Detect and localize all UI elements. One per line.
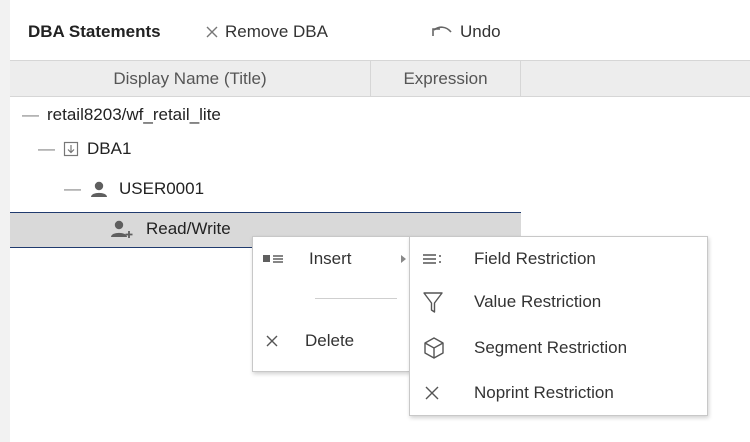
context-menu: Insert Delete (252, 236, 410, 372)
remove-dba-button[interactable]: Remove DBA (205, 20, 328, 44)
tree-item-dba-label: DBA1 (87, 139, 132, 158)
collapse-icon[interactable]: — (64, 173, 81, 205)
close-icon (266, 335, 278, 347)
dba-icon (63, 141, 79, 157)
tree-item-user[interactable]: — USER0001 (64, 173, 204, 205)
insert-icon (263, 255, 283, 263)
collapse-icon[interactable]: — (38, 133, 55, 165)
column-header-display-name[interactable]: Display Name (Title) (10, 61, 371, 96)
filter-icon (423, 292, 443, 313)
submenu-item-segment-restriction[interactable]: Segment Restriction (422, 328, 702, 368)
menu-item-delete[interactable]: Delete (265, 321, 405, 361)
toolbar: DBA Statements Remove DBA Undo (10, 0, 750, 60)
collapse-icon[interactable]: — (22, 99, 39, 131)
menu-item-insert-label: Insert (309, 249, 352, 268)
submenu-item-label: Noprint Restriction (474, 383, 614, 402)
undo-icon (432, 26, 452, 36)
insert-submenu: Field Restriction Value Restriction Segm… (409, 236, 708, 416)
submenu-item-label: Field Restriction (474, 249, 596, 268)
column-header-expression[interactable]: Expression (371, 61, 521, 96)
undo-label: Undo (460, 22, 501, 41)
close-icon (425, 386, 439, 400)
tree-item-access[interactable]: Read/Write (110, 213, 231, 245)
submenu-item-label: Value Restriction (474, 292, 602, 311)
menu-separator (315, 298, 397, 299)
menu-item-insert[interactable]: Insert (263, 239, 406, 279)
chevron-right-icon (401, 255, 406, 263)
submenu-item-field-restriction[interactable]: Field Restriction (422, 239, 702, 279)
close-icon (206, 26, 218, 38)
tree-item-access-label: Read/Write (146, 219, 231, 238)
submenu-item-noprint-restriction[interactable]: Noprint Restriction (424, 373, 704, 413)
submenu-item-label: Segment Restriction (474, 338, 628, 357)
user-add-icon (111, 220, 133, 238)
remove-dba-label: Remove DBA (225, 22, 328, 41)
undo-button[interactable]: Undo (430, 20, 501, 44)
field-restriction-icon (423, 254, 441, 264)
submenu-item-value-restriction[interactable]: Value Restriction (422, 282, 702, 322)
tree-item-dba[interactable]: — DBA1 (38, 133, 131, 165)
cube-icon (424, 337, 444, 359)
tree-item-user-label: USER0001 (119, 179, 205, 198)
panel-title: DBA Statements (28, 22, 161, 41)
user-icon (91, 181, 107, 197)
tree-item-root[interactable]: — retail8203/wf_retail_lite (22, 99, 221, 131)
grid-header: Display Name (Title) Expression (10, 60, 750, 97)
menu-item-delete-label: Delete (305, 331, 355, 350)
tree-item-root-label: retail8203/wf_retail_lite (47, 105, 221, 124)
